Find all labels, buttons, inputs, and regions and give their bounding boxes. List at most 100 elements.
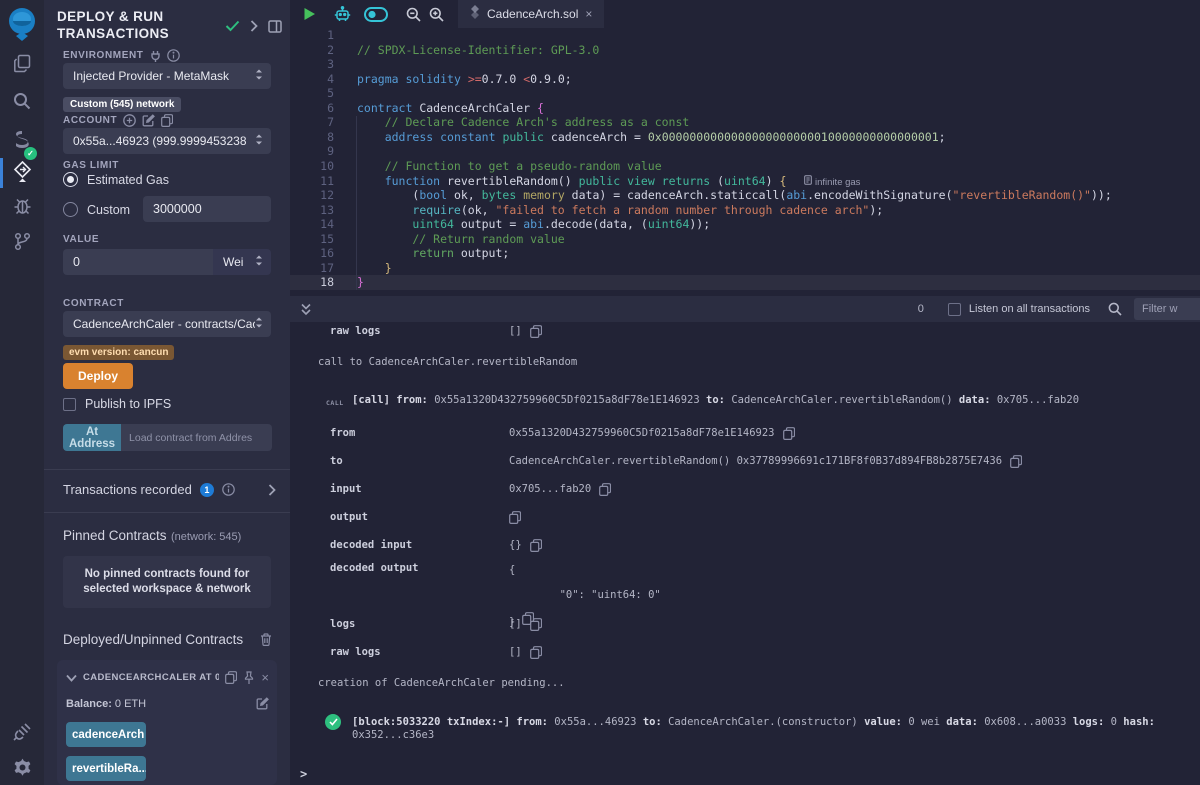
publish-ipfs-checkbox[interactable]: [63, 398, 76, 411]
transactions-recorded-label: Transactions recorded: [63, 482, 192, 497]
collapse-contract-icon[interactable]: [66, 674, 77, 682]
sidebar-item-deploy-run[interactable]: [0, 161, 44, 187]
sidebar-item-solidity-compiler[interactable]: ✓: [0, 130, 44, 157]
contract-label: CONTRACT: [63, 298, 124, 309]
copy-account-icon[interactable]: [161, 114, 173, 127]
tab-cadencearch-sol[interactable]: CadenceArch.sol ×: [458, 0, 604, 28]
code-editor[interactable]: 123456789101112131415161718 // SPDX-Lice…: [290, 28, 1200, 296]
page-title: DEPLOY & RUNTRANSACTIONS: [57, 8, 169, 42]
listen-all-label: Listen on all transactions: [969, 303, 1090, 315]
copy-icon[interactable]: [530, 646, 542, 659]
pin-panel-icon[interactable]: [268, 20, 282, 33]
ai-toggle-icon[interactable]: [364, 7, 388, 22]
terminal-output[interactable]: > raw logs[]call to CadenceArchCaler.rev…: [290, 322, 1200, 785]
contract-select[interactable]: CadenceArchCaler - contracts/Cac: [63, 311, 271, 337]
environment-info-icon[interactable]: [167, 49, 180, 62]
transactions-info-icon[interactable]: [222, 483, 235, 496]
at-address-input[interactable]: [121, 424, 272, 451]
terminal-prompt[interactable]: >: [300, 767, 307, 781]
collapse-terminal-icon[interactable]: [300, 303, 312, 316]
sidebar-item-git[interactable]: [0, 232, 44, 256]
sign-message-icon[interactable]: [142, 114, 155, 127]
line-number: 13: [290, 203, 334, 218]
code-line: uint64 output = abi.decode(data, (uint64…: [357, 217, 1200, 232]
plug-icon: [13, 722, 32, 746]
sidebar-item-file-explorer[interactable]: [0, 54, 44, 78]
call-summary[interactable]: [call] from: 0x55a1320D432759960C5Df0215…: [352, 394, 1196, 407]
run-script-icon[interactable]: [303, 7, 316, 21]
code-line: require(ok, "failed to fetch a random nu…: [357, 203, 1200, 218]
value-input[interactable]: 0: [63, 249, 213, 275]
deployed-contracts-title: Deployed/Unpinned Contracts: [63, 632, 243, 647]
terminal-kv-label: output: [330, 511, 368, 524]
terminal-header: 0 Listen on all transactions: [290, 296, 1200, 322]
deploy-run-panel: DEPLOY & RUNTRANSACTIONS ENVIRONMENT Inj…: [44, 0, 290, 785]
environment-select[interactable]: Injected Provider - MetaMask: [63, 63, 271, 89]
code-line: [357, 144, 1200, 159]
deploy-button[interactable]: Deploy: [63, 363, 133, 389]
line-number: 10: [290, 159, 334, 174]
sidebar-item-plugin-manager[interactable]: [0, 722, 44, 746]
call-badge: CALL: [326, 397, 344, 410]
value-unit-select[interactable]: Wei: [213, 249, 271, 275]
clear-deployed-icon[interactable]: [260, 633, 272, 646]
copy-icon[interactable]: [530, 618, 542, 631]
account-select[interactable]: 0x55a...46923 (999.9999453238: [63, 128, 271, 154]
publish-ipfs-row[interactable]: Publish to IPFS: [63, 397, 171, 411]
gear-icon: [13, 758, 32, 782]
remove-contract-icon[interactable]: ×: [261, 670, 269, 685]
environment-label-row: ENVIRONMENT: [63, 49, 180, 62]
radio-custom-gas[interactable]: [63, 202, 78, 217]
create-account-icon[interactable]: [123, 114, 136, 127]
copy-icon[interactable]: [783, 427, 795, 440]
terminal-search-icon[interactable]: [1108, 302, 1122, 316]
transactions-recorded-row[interactable]: Transactions recorded 1: [63, 482, 276, 497]
expand-panel-icon[interactable]: [250, 20, 258, 32]
terminal-filter-input[interactable]: [1134, 298, 1200, 320]
code-line: // Return random value: [357, 232, 1200, 247]
ai-assistant-icon[interactable]: [333, 6, 352, 23]
editor-toolbar: CadenceArch.sol ×: [290, 0, 1200, 28]
sidebar-item-settings[interactable]: [0, 758, 44, 782]
pinned-empty-message: No pinned contracts found for selected w…: [63, 556, 271, 608]
sidebar-item-debugger[interactable]: [0, 196, 44, 220]
custom-gas-input[interactable]: 3000000: [143, 196, 271, 222]
edit-balance-icon[interactable]: [256, 697, 269, 710]
zoom-in-icon[interactable]: [429, 7, 444, 22]
fork-state-icon[interactable]: [150, 50, 161, 62]
pin-contract-icon[interactable]: [243, 671, 255, 685]
listen-all-checkbox[interactable]: [948, 303, 961, 316]
block-summary[interactable]: [block:5033220 txIndex:-] from: 0x55a...…: [352, 716, 1196, 742]
remix-logo[interactable]: [0, 6, 44, 47]
radio-estimated-gas[interactable]: [63, 172, 78, 187]
line-number: 16: [290, 246, 334, 261]
fn-button-cadenceArch[interactable]: cadenceArch: [66, 722, 146, 747]
terminal-kv-row: raw logs[]: [290, 646, 1200, 660]
close-tab-icon[interactable]: ×: [585, 7, 592, 21]
line-number: 11: [290, 174, 334, 189]
sidebar-item-search[interactable]: [0, 92, 44, 115]
line-number: 2: [290, 43, 334, 58]
divider: [44, 512, 290, 513]
copy-icon[interactable]: [599, 483, 611, 496]
terminal-kv-value: [509, 511, 521, 524]
fn-button-revertibleRandom[interactable]: revertibleRa...: [66, 756, 146, 781]
success-check-icon: [325, 714, 341, 730]
copy-icon[interactable]: [509, 511, 521, 524]
gas-estimate-note: infinite gas: [804, 177, 860, 188]
at-address-button[interactable]: At Address: [63, 424, 121, 451]
gas-estimated-option[interactable]: Estimated Gas: [63, 172, 169, 187]
code-line: function revertibleRandom() public view …: [357, 174, 1200, 189]
terminal-kv-label: raw logs: [330, 646, 381, 659]
transactions-expand-icon[interactable]: [268, 484, 276, 496]
code-line: // SPDX-License-Identifier: GPL-3.0: [357, 43, 1200, 58]
copy-address-icon[interactable]: [225, 671, 237, 684]
copy-icon[interactable]: [530, 539, 542, 552]
zoom-out-icon[interactable]: [406, 7, 421, 22]
gas-custom-option[interactable]: Custom: [63, 202, 130, 217]
copy-icon[interactable]: [1010, 455, 1022, 468]
line-number: 14: [290, 217, 334, 232]
line-number: 3: [290, 57, 334, 72]
copy-icon[interactable]: [530, 325, 542, 338]
main-area: CadenceArch.sol × 1234567891011121314151…: [290, 0, 1200, 785]
